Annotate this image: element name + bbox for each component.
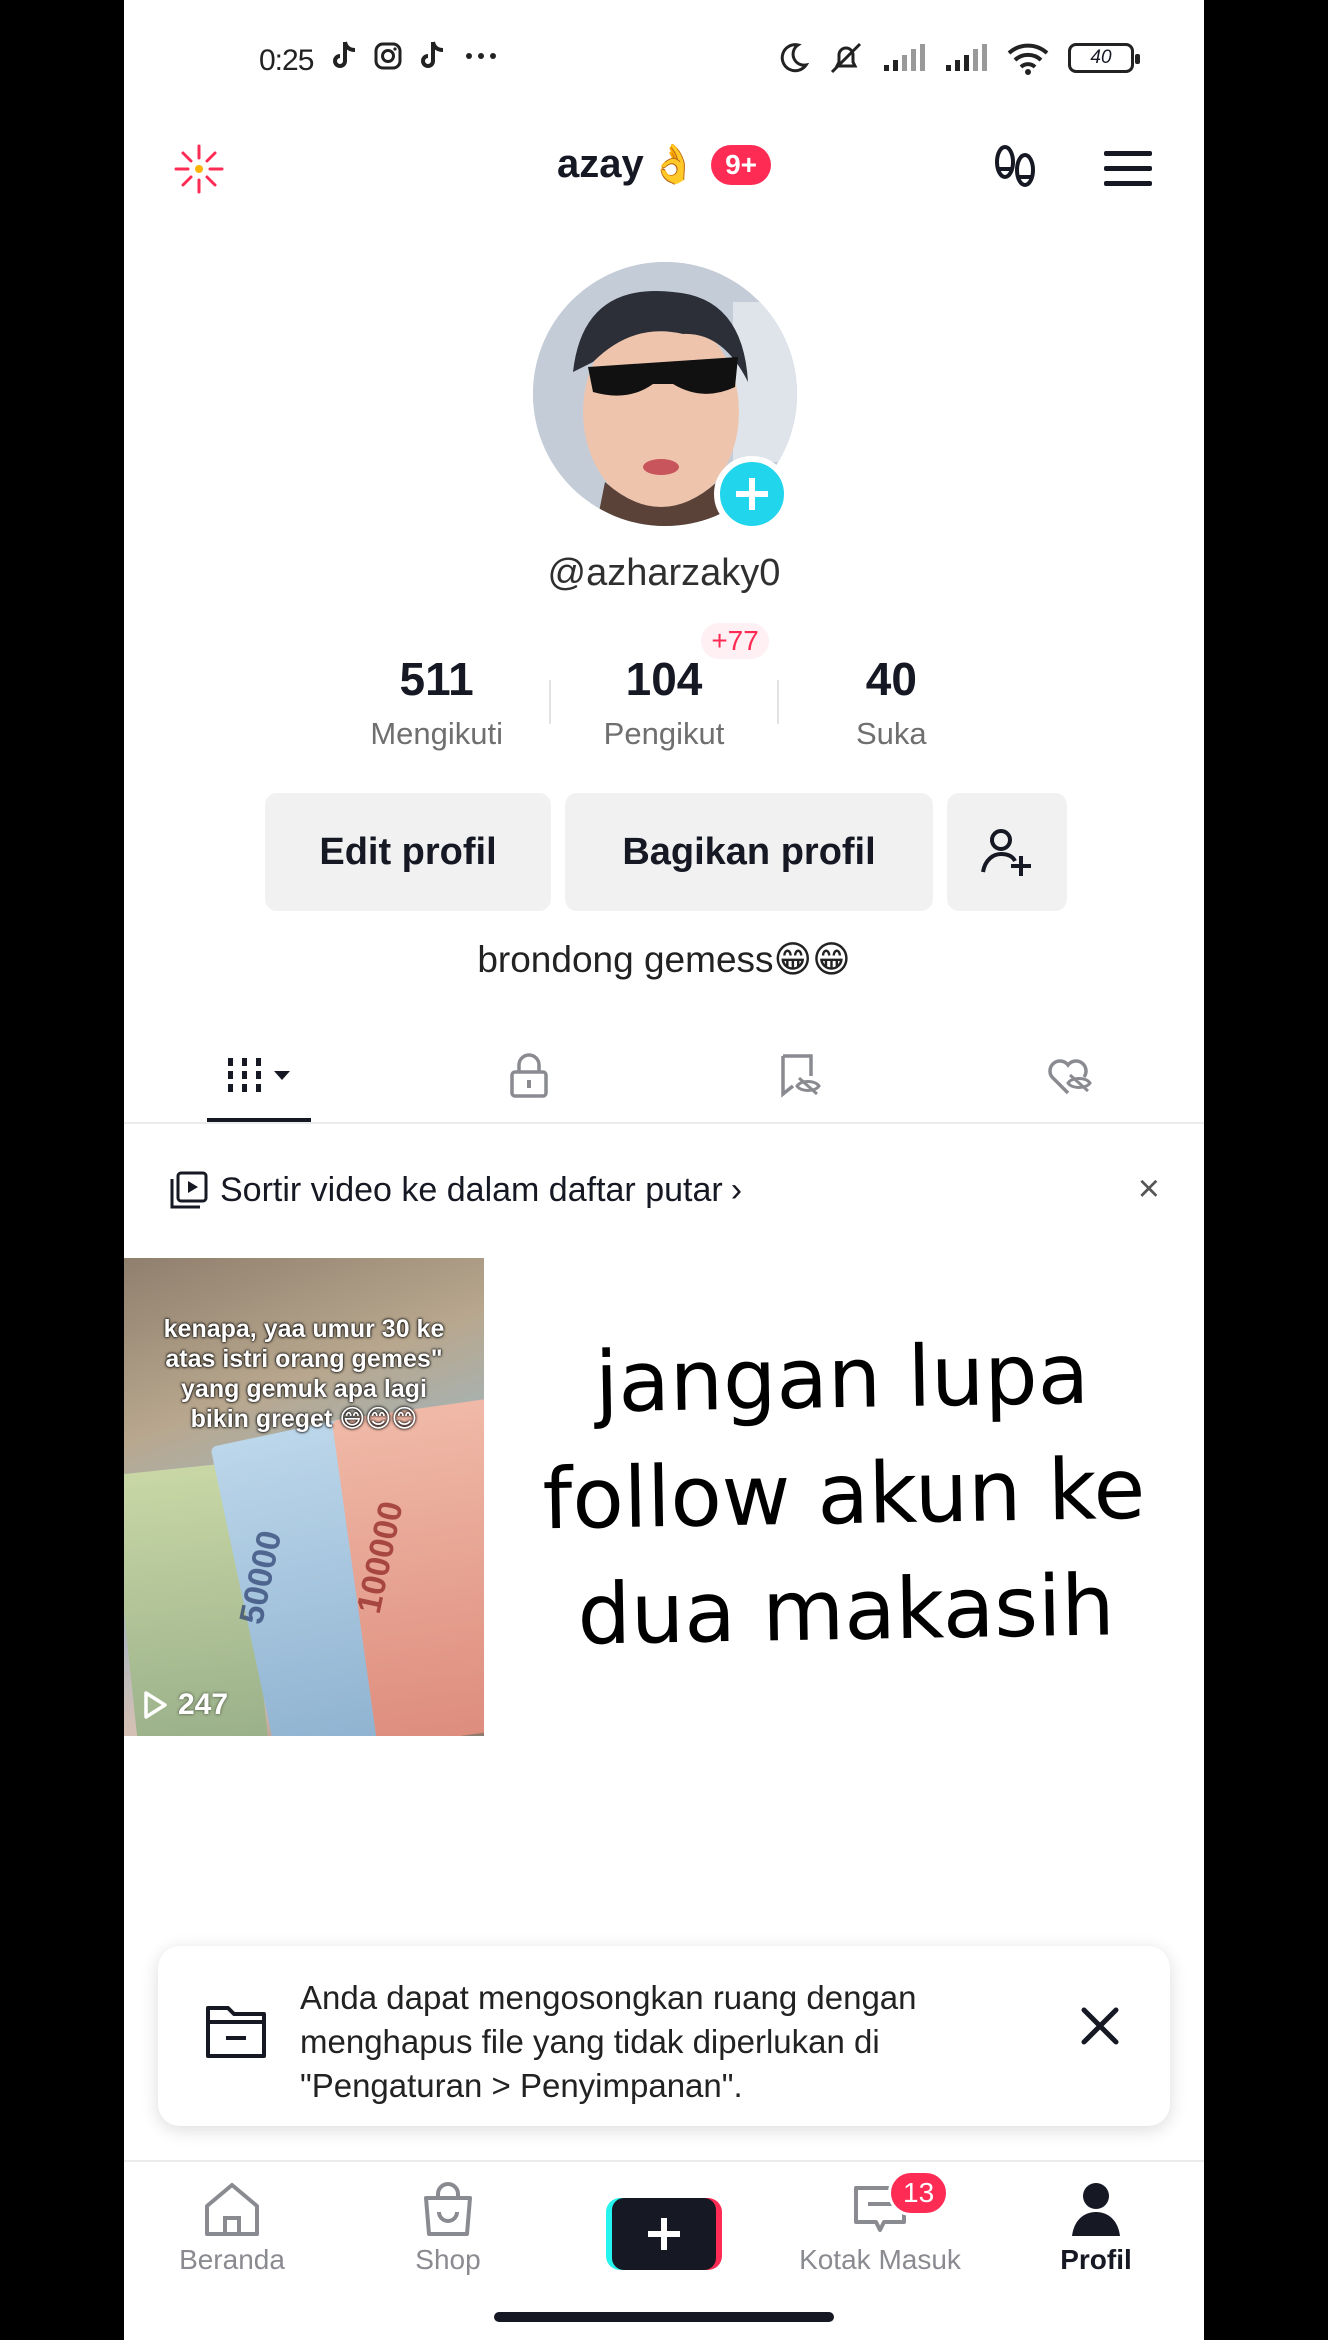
edit-profile-button[interactable]: Edit profil <box>265 793 551 911</box>
play-outline-icon <box>144 1691 167 1719</box>
video-thumbnail[interactable]: 50000 100000 kenapa, yaa umur 30 ke atas… <box>124 1258 484 1736</box>
profile-screen: 0:25 40 azay 👌 9+ @azharzaky0 511 Mengik… <box>124 0 1204 2340</box>
status-time: 0:25 <box>259 44 314 77</box>
sort-playlist-banner[interactable]: Sortir video ke dalam daftar putar › × <box>170 1162 1160 1218</box>
bell-muted-icon <box>830 42 862 74</box>
hamburger-menu-icon[interactable] <box>1102 148 1154 190</box>
heart-hidden-icon <box>1048 1059 1092 1095</box>
more-dots-icon <box>466 53 496 59</box>
chevron-right-icon: › <box>730 1170 743 1209</box>
tiktok-notif-icon <box>333 41 356 68</box>
close-banner-icon[interactable]: × <box>1138 1168 1160 1211</box>
toast-message: Anda dapat mengosongkan ruang dengan men… <box>300 1979 917 2104</box>
play-count: 247 <box>178 1688 229 1721</box>
add-user-icon <box>981 829 1031 876</box>
home-icon <box>205 2183 259 2236</box>
stat-following[interactable]: 511 Mengikuti <box>324 640 549 770</box>
status-bar: 0:25 40 <box>124 0 1204 120</box>
battery-indicator: 40 <box>1068 43 1140 73</box>
lock-icon <box>510 1053 548 1098</box>
tab-liked[interactable] <box>934 1030 1204 1122</box>
shop-bag-icon <box>424 2182 472 2236</box>
plus-icon <box>648 2218 680 2250</box>
status-app-icons <box>329 40 501 72</box>
nav-inbox[interactable]: 13 Kotak Masuk <box>772 2162 988 2282</box>
nav-label: Profil <box>1060 2244 1132 2275</box>
stat-value: 40 <box>865 653 917 705</box>
folder-icon <box>206 2006 266 2058</box>
moon-icon <box>780 43 810 73</box>
instagram-notif-icon <box>374 42 402 70</box>
tab-favorites[interactable] <box>664 1030 934 1122</box>
home-indicator[interactable] <box>494 2312 834 2322</box>
header-username: azay <box>556 142 644 186</box>
nav-home[interactable]: Beranda <box>124 2162 340 2282</box>
tab-videos[interactable] <box>124 1030 394 1122</box>
close-toast-icon[interactable] <box>1076 2002 1124 2050</box>
tiktok-notif-icon-2 <box>421 41 444 68</box>
nav-create[interactable] <box>556 2162 772 2282</box>
wifi-icon <box>1007 43 1049 75</box>
add-friends-button[interactable] <box>947 793 1067 911</box>
create-button[interactable] <box>606 2198 722 2270</box>
nav-profile[interactable]: Profil <box>988 2162 1204 2282</box>
plus-icon <box>736 478 768 510</box>
username-emoji: 👌 <box>649 143 698 186</box>
promo-handwritten-text: jangan lupa follow akun ke dua makasih <box>541 1324 1147 1664</box>
stat-value: 104 <box>625 653 703 705</box>
profile-header: azay 👌 9+ <box>124 130 1204 210</box>
share-profile-button[interactable]: Bagikan profil <box>565 793 933 911</box>
stat-label: Suka <box>855 716 927 751</box>
bookmark-hidden-icon <box>781 1054 821 1098</box>
stat-followers[interactable]: +77 104 Pengikut <box>551 623 776 770</box>
notification-badge: 9+ <box>711 144 771 185</box>
sort-banner-text: Sortir video ke dalam daftar putar <box>220 1170 723 1209</box>
battery-level: 40 <box>1090 47 1112 68</box>
status-system-icons: 40 <box>776 40 1140 76</box>
stat-value: 511 <box>399 653 474 705</box>
storage-toast: Anda dapat mengosongkan ruang dengan men… <box>158 1946 1170 2126</box>
inbox-badge: 13 <box>888 2170 950 2216</box>
signal-2-icon <box>946 44 987 71</box>
profile-bio: brondong gemess😁😁 <box>477 939 851 980</box>
profile-handle: @azharzaky0 <box>547 552 781 594</box>
video-play-count: 247 <box>142 1688 228 1722</box>
create-plus-icon <box>612 2198 716 2270</box>
nav-label: Kotak Masuk <box>799 2244 961 2275</box>
profile-actions: Edit profil Bagikan profil <box>265 793 1067 911</box>
stat-label: Mengikuti <box>370 716 503 751</box>
nav-label: Beranda <box>179 2244 285 2275</box>
add-avatar-button[interactable] <box>714 456 790 532</box>
bottom-nav: Beranda Shop 13 Kotak Masuk Profil <box>124 2162 1204 2282</box>
tab-private[interactable] <box>394 1030 664 1122</box>
signal-1-icon <box>884 44 925 71</box>
nav-shop[interactable]: Shop <box>340 2162 556 2282</box>
stat-label: Pengikut <box>603 716 725 751</box>
nav-label: Shop <box>415 2244 481 2275</box>
playlist-icon <box>170 1171 208 1209</box>
stat-likes[interactable]: 40 Suka <box>779 640 1004 770</box>
content-tabs <box>124 1030 1204 1122</box>
profile-stats: 511 Mengikuti +77 104 Pengikut 40 Suka <box>324 623 1004 770</box>
video-caption: kenapa, yaa umur 30 ke atas istri orang … <box>163 1315 445 1433</box>
new-followers-badge: +77 <box>701 623 769 659</box>
tabs-divider <box>124 1122 1204 1124</box>
footprints-icon[interactable] <box>986 140 1044 198</box>
profile-icon <box>1072 2183 1120 2236</box>
grid-icon <box>228 1058 290 1092</box>
